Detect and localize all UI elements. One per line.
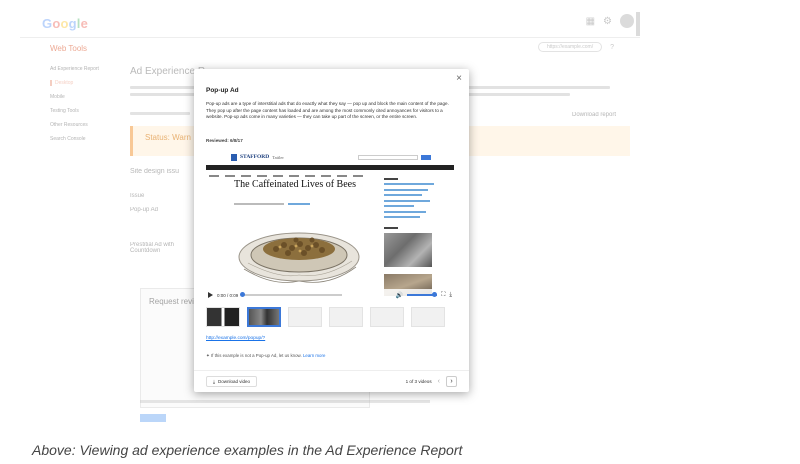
sidebar-item-desktop[interactable]: Desktop (50, 80, 130, 86)
status-label: Status: Warn (145, 133, 191, 142)
sidebar-item-mobile[interactable]: Mobile (50, 94, 130, 100)
related-links (384, 183, 434, 222)
review-row (130, 112, 190, 119)
dialog-description: Pop-up ads are a type of interstitial ad… (206, 101, 449, 119)
sidebar-nav: Ad Experience Report Desktop Mobile Test… (50, 66, 130, 150)
ad-example-dialog: × Pop-up Ad Pop-up ads are a type of int… (194, 69, 469, 392)
video-progress-bar[interactable] (240, 292, 343, 297)
download-video-label: Download video (218, 378, 251, 384)
video-player[interactable]: STAFFORD Tattler The Caffeinated Lives o… (206, 151, 454, 301)
sidebar-item-search-console[interactable]: Search Console (50, 136, 130, 142)
play-icon[interactable] (208, 292, 213, 298)
reviewed-date: Reviewed: 6/8/17 (206, 138, 243, 143)
submit-button[interactable] (140, 414, 166, 422)
footer-text (140, 400, 430, 403)
download-report-link[interactable]: Download report (572, 112, 616, 118)
avatar[interactable] (620, 14, 634, 28)
image-caption: Above: Viewing ad experience examples in… (32, 442, 463, 458)
article-byline (234, 203, 284, 205)
video-controls: 0:00 / 0:09 🔊 ⛶ ⤓ (206, 289, 454, 301)
video-thumbnail[interactable] (206, 307, 240, 327)
close-icon[interactable]: × (456, 73, 462, 84)
google-logo: Google (42, 16, 89, 31)
tool-title: Web Tools (50, 44, 88, 53)
video-thumbnail[interactable] (370, 307, 404, 327)
volume-slider[interactable] (407, 292, 438, 297)
dialog-title: Pop-up Ad (206, 87, 239, 94)
example-site-header: STAFFORD Tattler (231, 151, 431, 163)
sidebar-item-report[interactable]: Ad Experience Report (50, 66, 130, 72)
site-name-sub: Tattler (272, 154, 284, 160)
fullscreen-icon[interactable]: ⛶ (441, 292, 445, 299)
video-time: 0:00 / 0:09 (217, 292, 239, 298)
top-bar: Google ▦ ⚙ (20, 0, 640, 38)
beehive-illustration (238, 232, 360, 283)
article-title: The Caffeinated Lives of Bees (234, 179, 356, 190)
site-name: STAFFORD (240, 154, 270, 160)
sidebar-item-testing[interactable]: Testing Tools (50, 108, 130, 114)
article-author-link (288, 203, 310, 205)
sidebar-heading (384, 178, 398, 180)
volume-knob[interactable] (432, 292, 438, 297)
learn-more-link[interactable]: Learn more (303, 353, 325, 358)
video-thumbnail[interactable] (329, 307, 363, 327)
trending-image (384, 233, 432, 267)
scrollbar[interactable] (636, 12, 640, 36)
site-search-box (358, 154, 418, 160)
pager-count: 1 of 3 videos (405, 379, 432, 384)
progress-knob[interactable] (240, 292, 246, 297)
trending-heading (384, 227, 398, 229)
video-thumbnail-selected[interactable] (247, 307, 281, 327)
video-thumbnail[interactable] (411, 307, 445, 327)
download-video-button[interactable]: ⤓ Download video (206, 376, 258, 387)
site-bar: https://example.com/ ? (537, 42, 614, 52)
settings-icon[interactable]: ⚙ (603, 16, 612, 27)
volume-icon[interactable]: 🔊 (396, 292, 403, 299)
download-icon[interactable]: ⤓ (449, 292, 452, 299)
site-selector[interactable]: https://example.com/ (537, 42, 603, 52)
dialog-footer: ⤓ Download video 1 of 3 videos ‹ › (194, 370, 469, 392)
video-thumbnails (206, 307, 454, 329)
table-row[interactable]: Prestitial Ad with Countdown (130, 242, 190, 254)
top-bar-icons: ▦ ⚙ (586, 14, 634, 28)
feedback-notice: ✦ If this example is not a Pop-up Ad, le… (206, 353, 325, 359)
site-logo-icon (231, 153, 237, 161)
apps-icon[interactable]: ▦ (586, 16, 595, 27)
video-thumbnail[interactable] (288, 307, 322, 327)
video-pager: 1 of 3 videos ‹ › (406, 376, 457, 387)
feedback-text: If this example is not a Pop-up Ad, let … (210, 353, 302, 358)
chevron-right-icon[interactable]: › (446, 376, 457, 387)
table-row[interactable]: Pop-up Ad (130, 207, 158, 213)
sidebar-item-resources[interactable]: Other Resources (50, 122, 130, 128)
table-header: Issue (130, 193, 145, 199)
download-icon: ⤓ (213, 378, 215, 384)
example-site-nav (206, 165, 454, 177)
example-url-link[interactable]: http://example.com/popup/? (206, 336, 265, 341)
chevron-left-icon[interactable]: ‹ (438, 378, 440, 385)
help-icon[interactable]: ? (610, 44, 614, 51)
site-search-button (421, 154, 431, 160)
section-title: Site design issu (130, 168, 180, 175)
